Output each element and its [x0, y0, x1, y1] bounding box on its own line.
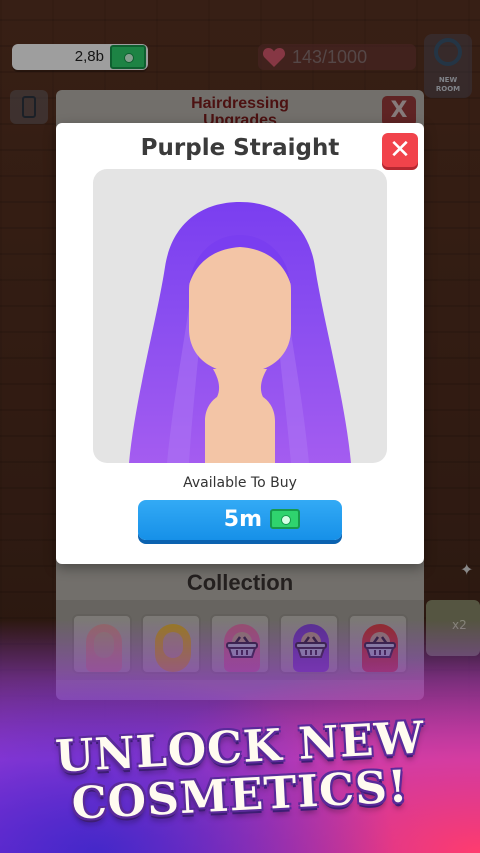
- modal-title: Purple Straight: [140, 135, 340, 161]
- cash-icon: [270, 509, 300, 529]
- purple-straight-hair-illustration: [129, 202, 351, 463]
- buy-button[interactable]: 5m: [138, 500, 342, 540]
- availability-status: Available To Buy: [183, 475, 297, 491]
- cosmetic-detail-modal: Purple Straight ✕ Available To Buy 5m: [56, 123, 424, 564]
- hair-preview: [93, 169, 387, 463]
- close-button[interactable]: ✕: [382, 133, 418, 167]
- price-label: 5m: [223, 507, 262, 532]
